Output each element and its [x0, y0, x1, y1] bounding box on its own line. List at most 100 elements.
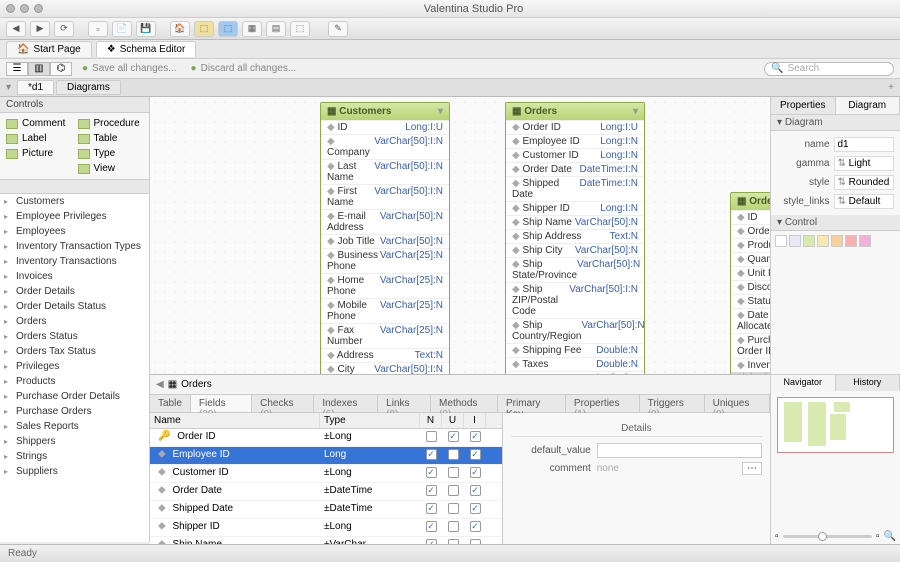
tab-diagram[interactable]: Diagram	[836, 97, 900, 114]
zoom-slider[interactable]: ▫ ▫ 🔍	[775, 531, 896, 542]
bottom-tab-fields[interactable]: Fields (20)	[191, 395, 252, 412]
field-row[interactable]: ◆ IDLong:I:U	[321, 120, 449, 134]
palette-picture[interactable]: Picture	[4, 147, 74, 160]
field-row[interactable]: ◆ Shipped DateDateTime:I:N	[506, 176, 644, 201]
bottom-tab-table[interactable]: Table	[150, 395, 191, 412]
tables-tree[interactable]: CustomersEmployee PrivilegesEmployeesInv…	[0, 194, 149, 542]
field-row[interactable]: ◆ Product IDLong:I:N	[731, 238, 770, 252]
checkbox[interactable]	[470, 503, 481, 514]
discard-all-button[interactable]: ● Discard all changes...	[191, 63, 297, 74]
checkbox[interactable]	[470, 449, 481, 460]
field-row[interactable]: ◆ Home PhoneVarChar[25]:N	[321, 273, 449, 298]
tab-start-page[interactable]: 🏠 Start Page	[6, 41, 92, 57]
new-button[interactable]: ▫	[88, 21, 108, 37]
tree-item-orders-status[interactable]: Orders Status	[0, 329, 149, 344]
zoom-out-icon[interactable]: ▫	[775, 531, 779, 542]
checkbox[interactable]	[426, 431, 437, 442]
field-row[interactable]: ◆ Mobile PhoneVarChar[25]:N	[321, 298, 449, 323]
tab-navigator[interactable]: Navigator	[771, 375, 836, 391]
tree-item-shippers[interactable]: Shippers	[0, 434, 149, 449]
checkbox[interactable]	[448, 431, 459, 442]
bottom-tab-indexes[interactable]: Indexes (6)	[314, 395, 378, 412]
view-column-icon[interactable]: ▥	[28, 62, 50, 76]
save-all-button[interactable]: ● Save all changes...	[82, 63, 177, 74]
navigator-minimap[interactable]	[777, 397, 894, 453]
doc-tab-d1[interactable]: *d1	[17, 80, 54, 95]
bottom-tab-triggers[interactable]: Triggers (0)	[640, 395, 705, 412]
save-button[interactable]: 💾	[136, 21, 156, 37]
field-row[interactable]: ◆ QuantityDouble	[731, 252, 770, 266]
prop-name-input[interactable]: d1	[834, 137, 895, 152]
color-swatch[interactable]	[859, 235, 871, 247]
field-row[interactable]: ◆ Date AllocatedDateTime:N	[731, 308, 770, 333]
prop-stylelinks-select[interactable]: ⇅ Default	[834, 194, 895, 209]
field-row[interactable]: ◆ Unit PriceDouble:N	[731, 266, 770, 280]
field-row[interactable]: ◆ Shipped Date±DateTime	[150, 501, 502, 519]
tree-item-purchase-orders[interactable]: Purchase Orders	[0, 404, 149, 419]
bottom-tab-properties[interactable]: Properties (1)	[566, 395, 640, 412]
tree-item-employee-privileges[interactable]: Employee Privileges	[0, 209, 149, 224]
comment-expand-button[interactable]: ⋯	[742, 462, 762, 475]
bottom-tab-methods[interactable]: Methods (0)	[431, 395, 498, 412]
field-row[interactable]: ◆ Employee IDLong:I:N	[506, 134, 644, 148]
prop-gamma-select[interactable]: ⇅ Light	[834, 156, 895, 171]
checkbox[interactable]	[448, 503, 459, 514]
field-row[interactable]: ◆ Job TitleVarChar[50]:N	[321, 234, 449, 248]
field-row[interactable]: ◆ Employee IDLong	[150, 447, 502, 465]
zoom-fit-icon[interactable]: 🔍	[884, 531, 896, 542]
color-swatch[interactable]	[789, 235, 801, 247]
entity-menu-icon[interactable]: ▾	[633, 106, 638, 117]
bottom-tab-primary-key[interactable]: Primary Key	[498, 395, 566, 412]
tab-schema-editor[interactable]: ❖ Schema Editor	[96, 41, 197, 57]
tree-item-purchase-order-details[interactable]: Purchase Order Details	[0, 389, 149, 404]
field-row[interactable]: ◆ Ship AddressText:N	[506, 229, 644, 243]
field-row[interactable]: ◆ Order Date±DateTime	[150, 483, 502, 501]
field-row[interactable]: ◆ Shipper ID±Long	[150, 519, 502, 537]
tool-a-button[interactable]: ⬚	[194, 21, 214, 37]
bottom-tab-uniques[interactable]: Uniques (0)	[705, 395, 770, 412]
color-swatch[interactable]	[817, 235, 829, 247]
color-swatch[interactable]	[845, 235, 857, 247]
field-row[interactable]: ◆ Inventory IDLong:N	[731, 358, 770, 372]
field-row[interactable]: ◆ Order IDLong:I:U	[506, 120, 644, 134]
field-row[interactable]: ◆ Order DateDateTime:I:N	[506, 162, 644, 176]
field-row[interactable]: ◆ Status IDLong:I:N	[731, 294, 770, 308]
group-control-header[interactable]: ▾ Control	[771, 215, 900, 231]
prop-style-select[interactable]: ⇅ Rounded	[834, 175, 895, 190]
tool-d-button[interactable]: ▤	[266, 21, 286, 37]
refresh-button[interactable]: ⟳	[54, 21, 74, 37]
field-row[interactable]: ◆ Ship Name±VarChar	[150, 537, 502, 544]
checkbox[interactable]	[448, 521, 459, 532]
open-button[interactable]: 📄	[112, 21, 132, 37]
field-row[interactable]: ◆ Last NameVarChar[50]:I:N	[321, 159, 449, 184]
tool-e-button[interactable]: ⬚	[290, 21, 310, 37]
traffic-lights[interactable]	[6, 4, 43, 13]
tree-item-customers[interactable]: Customers	[0, 194, 149, 209]
checkbox[interactable]	[448, 467, 459, 478]
back-icon[interactable]: ◀	[156, 379, 164, 390]
tree-item-orders-tax-status[interactable]: Orders Tax Status	[0, 344, 149, 359]
palette-comment[interactable]: Comment	[4, 117, 74, 130]
field-row[interactable]: ◆ Purchase Order IDLong:N	[731, 333, 770, 358]
checkbox[interactable]	[448, 449, 459, 460]
default-value-input[interactable]	[597, 443, 762, 458]
tree-item-products[interactable]: Products	[0, 374, 149, 389]
checkbox[interactable]	[470, 431, 481, 442]
fields-table[interactable]: Name Type N U I 🔑 Order ID±Long◆ Employe…	[150, 413, 502, 544]
view-mode-segment[interactable]: ☰ ▥ ⌬	[6, 62, 72, 76]
tree-item-order-details[interactable]: Order Details	[0, 284, 149, 299]
back-button[interactable]: ◀	[6, 21, 26, 37]
palette-type[interactable]: Type	[76, 147, 146, 160]
field-row[interactable]: ◆ Business PhoneVarChar[25]:N	[321, 248, 449, 273]
bottom-tab-checks[interactable]: Checks (0)	[252, 395, 314, 412]
checkbox[interactable]	[426, 485, 437, 496]
field-row[interactable]: ◆ CompanyVarChar[50]:I:N	[321, 134, 449, 159]
field-row[interactable]: ◆ Customer IDLong:I:N	[506, 148, 644, 162]
palette-procedure[interactable]: Procedure	[76, 117, 146, 130]
palette-view[interactable]: View	[76, 162, 146, 175]
checkbox[interactable]	[426, 449, 437, 460]
doc-menu-icon[interactable]: ▾	[6, 82, 11, 93]
search-input[interactable]: 🔍 Search	[764, 62, 894, 76]
tree-item-orders[interactable]: Orders	[0, 314, 149, 329]
view-list-icon[interactable]: ☰	[6, 62, 28, 76]
